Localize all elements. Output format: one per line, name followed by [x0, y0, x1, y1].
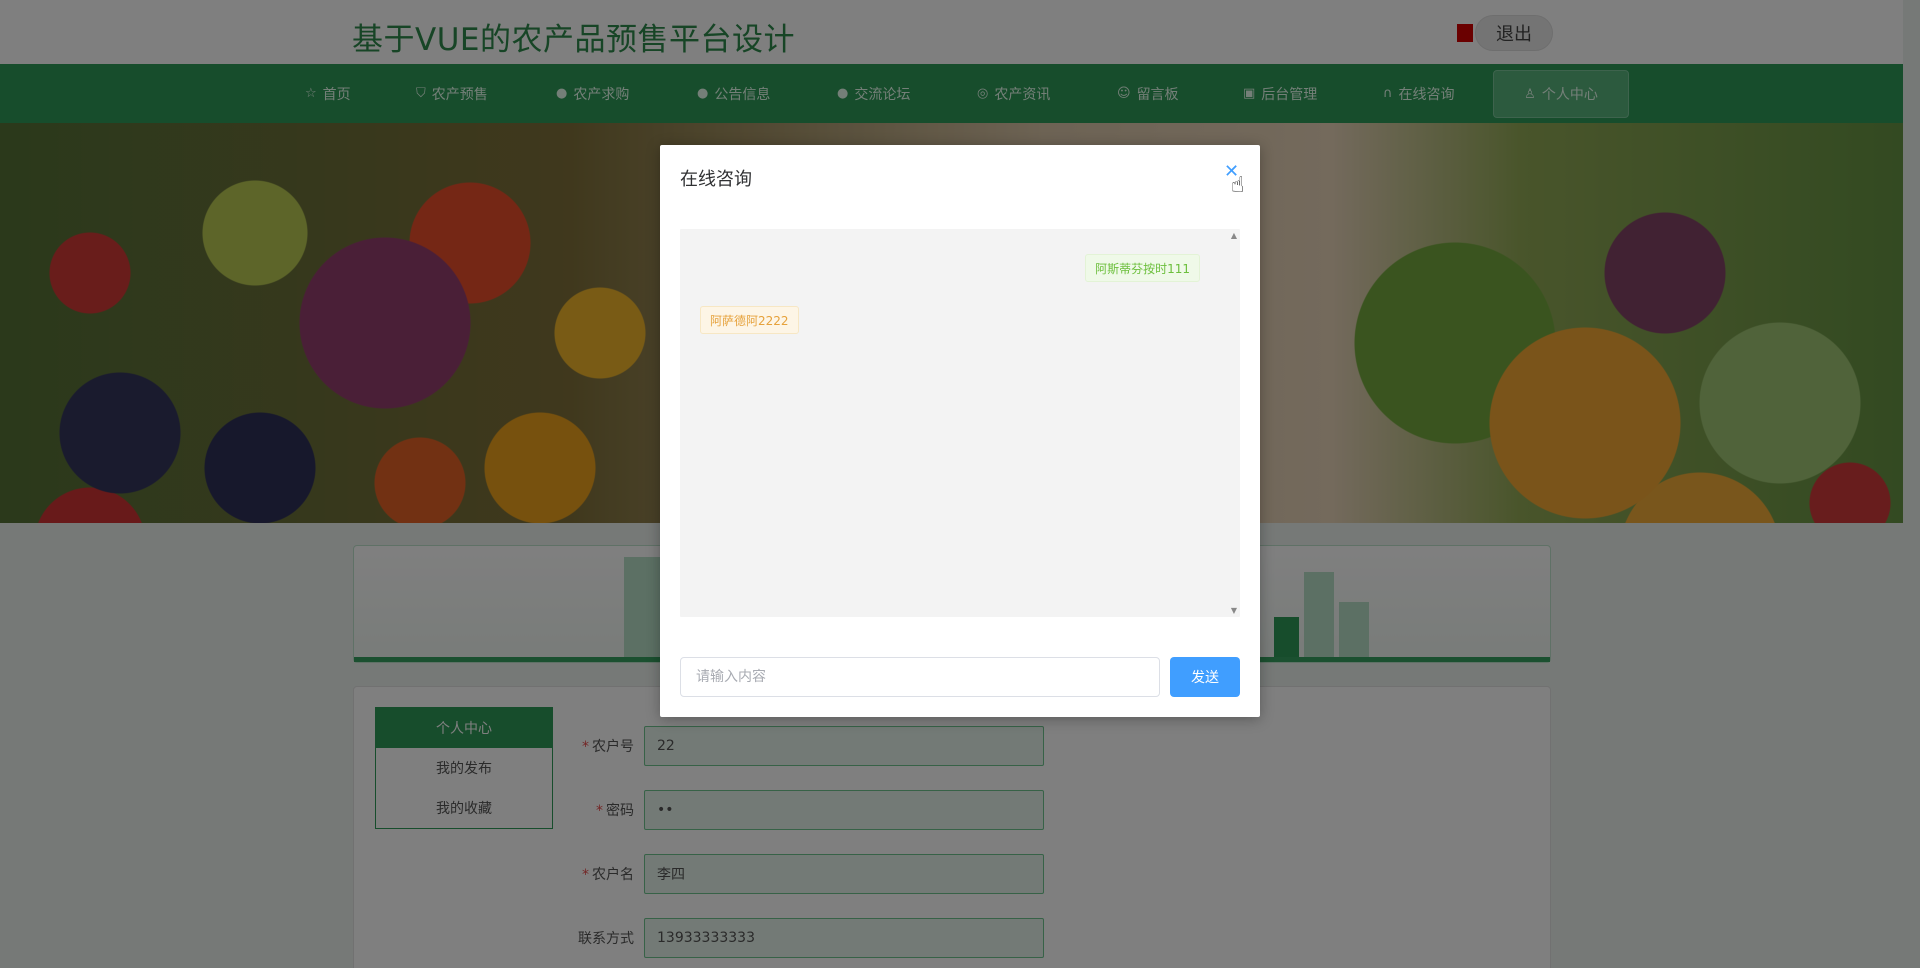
chat-message-area[interactable]: ▲ 阿斯蒂芬按时111 阿萨德阿2222 ▼	[680, 229, 1240, 617]
scroll-down-arrow-icon[interactable]: ▼	[1231, 606, 1237, 615]
hand-cursor-icon: ☝	[1231, 173, 1245, 198]
chat-message-incoming: 阿萨德阿2222	[700, 306, 799, 334]
chat-input[interactable]	[680, 657, 1160, 697]
consult-dialog: 在线咨询 ✕ ☝ ▲ 阿斯蒂芬按时111 阿萨德阿2222 ▼ 发送	[660, 145, 1260, 717]
scroll-up-arrow-icon[interactable]: ▲	[1231, 231, 1237, 240]
send-button[interactable]: 发送	[1170, 657, 1240, 697]
dialog-title: 在线咨询	[680, 169, 752, 190]
chat-message-outgoing: 阿斯蒂芬按时111	[1085, 254, 1200, 282]
